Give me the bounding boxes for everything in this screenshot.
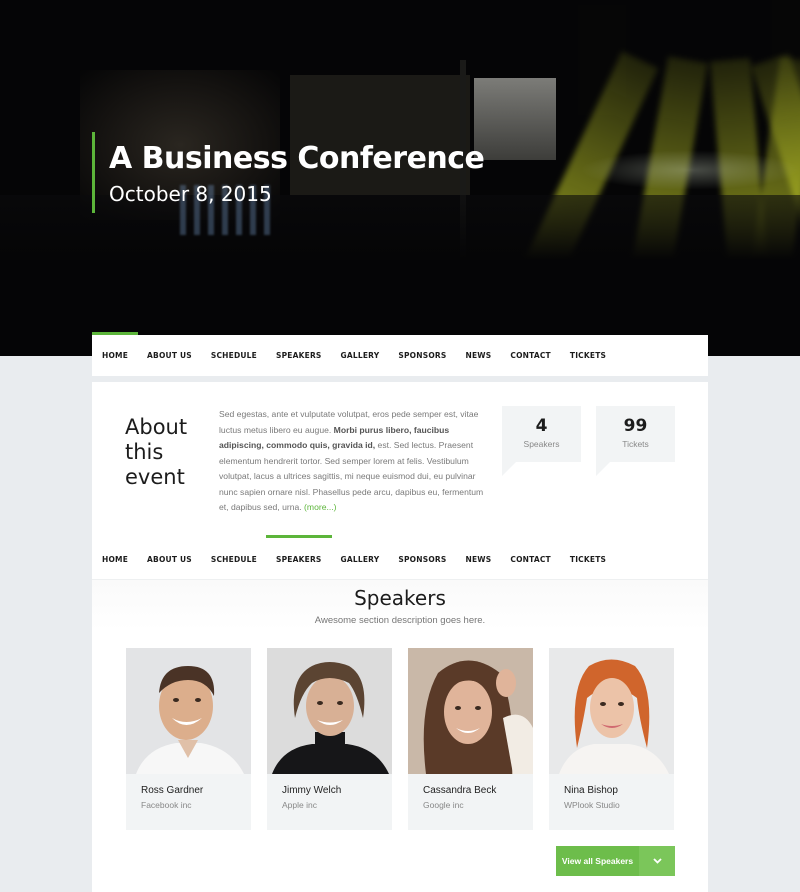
event-date: October 8, 2015 (109, 182, 272, 206)
speaker-name[interactable]: Jimmy Welch (282, 785, 341, 796)
nav-home[interactable]: HOME (102, 555, 128, 564)
speaker-photo[interactable] (126, 648, 251, 774)
speaker-company: Facebook inc (141, 800, 192, 810)
nav-schedule[interactable]: SCHEDULE (211, 555, 257, 564)
more-link[interactable]: (more...) (304, 502, 336, 512)
about-title-line: event (125, 465, 185, 489)
speakers-title: Speakers (354, 586, 446, 610)
hero-backdrop-panel (290, 75, 470, 195)
nav-about-us[interactable]: ABOUT US (147, 555, 192, 564)
speaker-name[interactable]: Cassandra Beck (423, 785, 496, 796)
nav-speakers[interactable]: SPEAKERS (266, 535, 331, 564)
event-title: A Business Conference (109, 141, 485, 176)
stage-screen (474, 78, 556, 160)
speaker-photo[interactable] (267, 648, 392, 774)
about-text-part: est. Sed lectus. Praesent elementum hend… (219, 440, 484, 512)
speaker-card[interactable]: Jimmy Welch Apple inc (267, 648, 392, 830)
secondary-nav-wrapper: HOME ABOUT US SCHEDULE SPEAKERS GALLERY … (92, 535, 708, 580)
speakers-section: Speakers Awesome section description goe… (92, 580, 708, 892)
main-container: HOME ABOUT US SCHEDULE SPEAKERS GALLERY … (91, 332, 708, 892)
about-title: About this event (125, 415, 205, 490)
about-title-line: this (125, 440, 164, 464)
speaker-card[interactable]: Nina Bishop WPlook Studio (549, 648, 674, 830)
view-all-speakers-button[interactable]: View all Speakers (556, 846, 675, 876)
secondary-nav: HOME ABOUT US SCHEDULE SPEAKERS GALLERY … (92, 535, 708, 580)
nav-gallery[interactable]: GALLERY (341, 555, 380, 564)
speaker-photo[interactable] (549, 648, 674, 774)
about-title-line: About (125, 415, 188, 439)
about-section: About this event Sed egestas, ante et vu… (92, 335, 708, 540)
speakers-description: Awesome section description goes here. (314, 615, 486, 626)
stage-glow (580, 150, 800, 190)
stat-value: 4 (535, 416, 548, 436)
stat-tickets: 99 Tickets (596, 406, 675, 476)
stat-value: 99 (623, 416, 648, 436)
speaker-company: WPlook Studio (564, 800, 620, 810)
nav-news[interactable]: NEWS (465, 555, 491, 564)
speaker-photo[interactable] (408, 648, 533, 774)
chevron-down-icon[interactable] (639, 846, 675, 876)
about-description: Sed egestas, ante et vulputate volutpat,… (219, 407, 489, 516)
speaker-company: Google inc (423, 800, 464, 810)
stat-speakers: 4 Speakers (502, 406, 581, 476)
speaker-company: Apple inc (282, 800, 317, 810)
nav-sponsors[interactable]: SPONSORS (398, 555, 446, 564)
speaker-name[interactable]: Nina Bishop (564, 785, 618, 796)
speaker-card[interactable]: Cassandra Beck Google inc (408, 648, 533, 830)
speaker-card[interactable]: Ross Gardner Facebook inc (126, 648, 251, 830)
stage-speaker (772, 0, 800, 62)
nav-contact[interactable]: CONTACT (510, 555, 551, 564)
title-accent-bar (92, 132, 95, 213)
nav-tickets[interactable]: TICKETS (570, 555, 606, 564)
hero-banner: A Business Conference October 8, 2015 (0, 0, 800, 356)
stat-label: Speakers (523, 439, 560, 449)
speaker-name[interactable]: Ross Gardner (141, 785, 203, 796)
view-all-speakers-label[interactable]: View all Speakers (556, 846, 639, 876)
stat-label: Tickets (622, 439, 649, 449)
